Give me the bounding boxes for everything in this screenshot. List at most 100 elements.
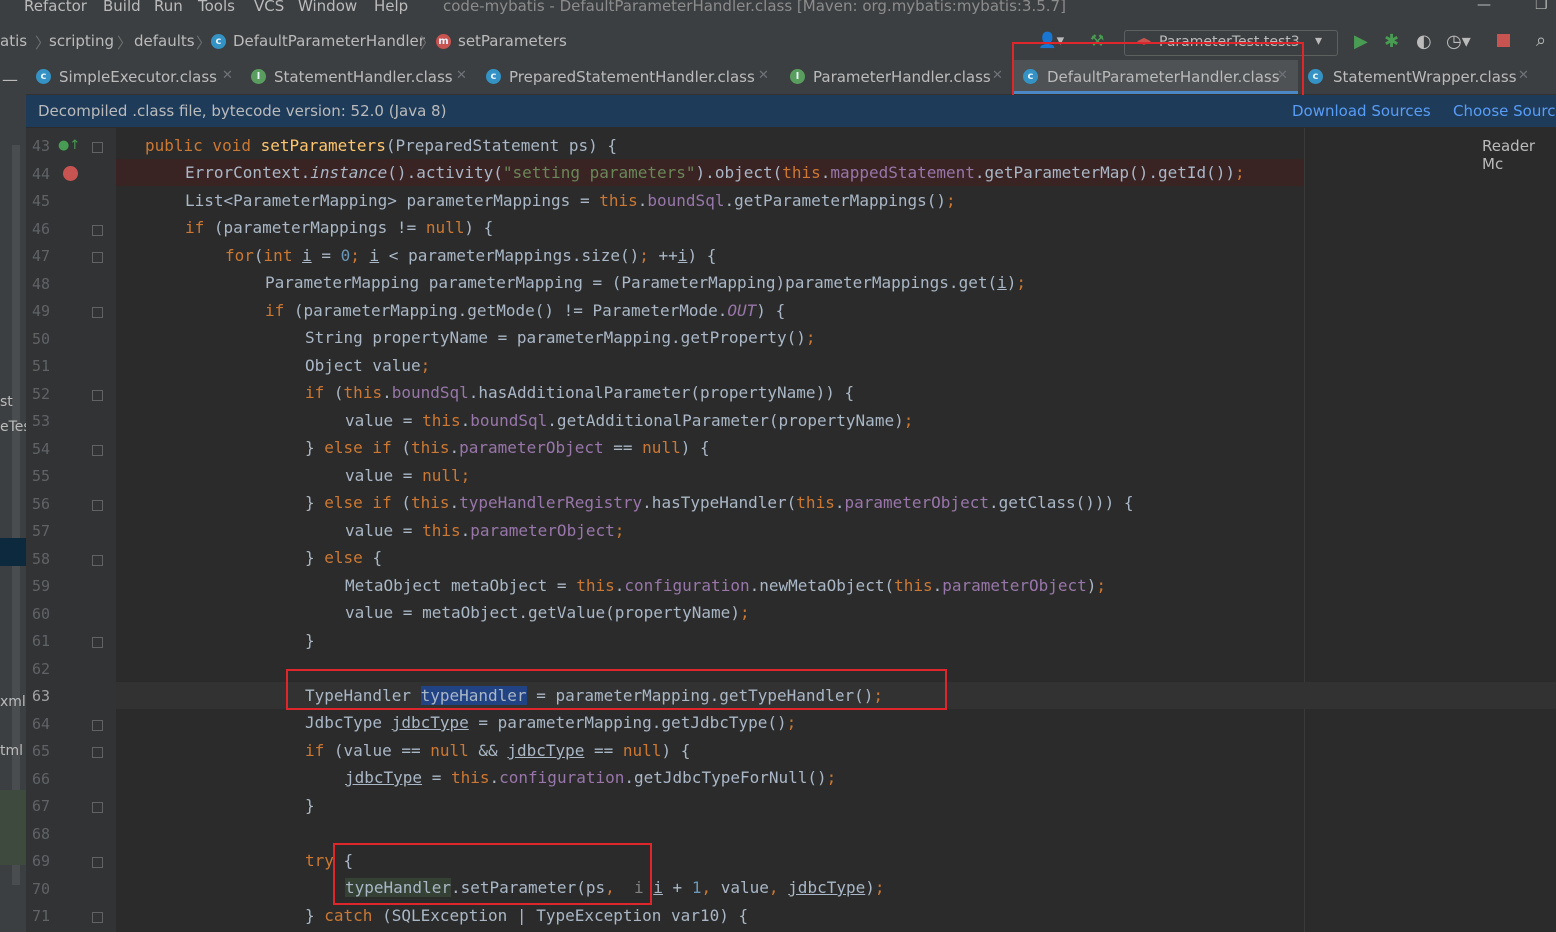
stop-icon[interactable]	[1497, 34, 1510, 47]
tab-statement-handler[interactable]: I StatementHandler.class ✕	[241, 60, 476, 94]
banner-message: Decompiled .class file, bytecode version…	[38, 102, 447, 120]
code-line-61: }	[305, 631, 315, 650]
line-number: 60	[32, 604, 51, 623]
project-item[interactable]: tml	[0, 743, 23, 759]
choose-sources-link[interactable]: Choose Sourc	[1453, 102, 1555, 120]
reader-mode-toggle[interactable]: Reader Mc	[1482, 137, 1556, 173]
run-icon[interactable]: ▶	[1354, 31, 1368, 52]
code-line-60: value = metaObject.getValue(propertyName…	[345, 603, 750, 622]
code-line-59: MetaObject metaObject = this.configurati…	[345, 576, 1107, 595]
line-number: 49	[32, 302, 51, 320]
fold-marker-icon[interactable]	[92, 252, 103, 263]
fold-marker-icon[interactable]	[92, 444, 103, 456]
code-line-67: }	[305, 796, 315, 815]
fold-marker-icon[interactable]	[92, 747, 103, 758]
line-number: 63	[32, 687, 51, 705]
line-number: 65	[32, 742, 51, 760]
tab-label: StatementWrapper.class	[1333, 68, 1517, 86]
line-number: 55	[32, 467, 51, 485]
code-line-52: if (this.boundSql.hasAdditionalParameter…	[305, 383, 855, 402]
download-sources-link[interactable]: Download Sources	[1292, 102, 1431, 120]
fold-marker-icon[interactable]	[92, 802, 103, 813]
tab-statement-wrapper[interactable]: c StatementWrapper.class ✕	[1298, 60, 1556, 94]
tab-prepared-statement-handler[interactable]: c PreparedStatementHandler.class ✕	[476, 60, 778, 94]
line-number: 66	[32, 769, 51, 788]
tab-parameter-handler[interactable]: I ParameterHandler.class ✕	[778, 60, 1013, 94]
fold-marker-icon[interactable]	[92, 224, 103, 236]
line-number: 53	[32, 412, 51, 430]
code-line-53: value = this.boundSql.getAdditionalParam…	[345, 411, 914, 430]
class-icon: c	[486, 69, 501, 84]
chevron-down-icon: ▾	[1315, 33, 1323, 49]
line-number: 54	[32, 439, 51, 458]
menu-refactor[interactable]: Refactor	[24, 0, 87, 15]
line-number: 57	[32, 522, 51, 540]
line-number: 62	[32, 659, 51, 678]
project-panel-edge: —	[0, 60, 26, 932]
fold-marker-icon[interactable]	[92, 637, 103, 648]
crumb-class[interactable]: DefaultParameterHandler	[233, 32, 425, 50]
minimize-icon[interactable]: —	[1477, 0, 1491, 13]
close-icon[interactable]: ✕	[992, 68, 1003, 83]
fold-marker-icon[interactable]	[92, 389, 103, 401]
close-icon[interactable]: ✕	[758, 68, 769, 83]
code-line-55: value = null;	[345, 466, 471, 485]
code-line-57: value = this.parameterObject;	[345, 521, 625, 540]
restore-icon[interactable]: ❐	[1535, 0, 1548, 13]
tab-simple-executor[interactable]: c SimpleExecutor.class ✕	[26, 60, 241, 94]
code-line-56: } else if (this.typeHandlerRegistry.hasT…	[305, 493, 1134, 512]
selected-row	[0, 538, 26, 566]
crumb-method[interactable]: setParameters	[458, 32, 567, 50]
menu-run[interactable]: Run	[154, 0, 183, 15]
menu-vcs[interactable]: VCS	[254, 0, 284, 15]
fold-marker-icon[interactable]	[92, 307, 103, 318]
menu-build[interactable]: Build	[103, 0, 141, 15]
coverage-icon[interactable]: ◐	[1416, 31, 1432, 52]
profile-icon[interactable]: ◷▾	[1446, 31, 1471, 52]
project-item[interactable]: st	[0, 394, 13, 410]
line-number: 59	[32, 577, 51, 595]
code-line-71: } catch (SQLException | TypeException va…	[305, 906, 749, 925]
implements-icon[interactable]: ●↑	[58, 138, 80, 153]
fold-marker-icon[interactable]	[92, 499, 103, 511]
close-icon[interactable]: ✕	[1518, 68, 1529, 83]
line-number: 45	[32, 192, 51, 210]
breakpoint-icon[interactable]	[63, 166, 78, 181]
line-number: 71	[32, 907, 51, 925]
tab-label: PreparedStatementHandler.class	[509, 68, 755, 86]
line-number: 51	[32, 357, 51, 375]
search-icon[interactable]: ⌕	[1536, 30, 1546, 51]
project-item[interactable]: xml	[0, 694, 26, 710]
code-line-43: public void setParameters(PreparedStatem…	[145, 136, 618, 155]
code-line-47: for(int i = 0; i < parameterMappings.siz…	[225, 246, 717, 265]
menu-bar: Refactor Build Run Tools VCS Window Help…	[0, 0, 1556, 26]
fold-marker-icon[interactable]	[92, 142, 103, 153]
code-line-44: ErrorContext.instance().activity("settin…	[185, 163, 1245, 182]
fold-marker-icon[interactable]	[92, 912, 103, 923]
chevron-right-icon: 〉	[117, 34, 133, 52]
crumb-scripting[interactable]: scripting	[49, 32, 114, 50]
interface-icon: I	[251, 69, 266, 84]
crumb-project[interactable]: atis	[0, 32, 27, 50]
fold-marker-icon[interactable]	[92, 554, 103, 566]
scrollbar[interactable]	[12, 145, 20, 885]
fold-marker-icon[interactable]	[92, 857, 103, 868]
line-number: 46	[32, 219, 51, 238]
code-line-54: } else if (this.parameterObject == null)…	[305, 438, 710, 457]
close-icon[interactable]: ✕	[456, 68, 467, 83]
editor-tabs: c SimpleExecutor.class ✕ I StatementHand…	[26, 60, 1556, 95]
menu-tools[interactable]: Tools	[198, 0, 235, 15]
close-icon[interactable]: ✕	[222, 68, 233, 83]
class-icon: c	[1308, 69, 1323, 84]
code-line-51: Object value;	[305, 356, 431, 375]
line-number: 61	[32, 632, 51, 650]
crumb-defaults[interactable]: defaults	[134, 32, 195, 50]
fold-marker-icon[interactable]	[92, 719, 103, 731]
code-line-46: if (parameterMappings != null) {	[185, 218, 494, 237]
menu-help[interactable]: Help	[374, 0, 408, 15]
debug-icon[interactable]: ✱	[1384, 31, 1399, 52]
collapse-icon[interactable]: —	[2, 70, 18, 89]
code-line-64: JdbcType jdbcType = parameterMapping.get…	[305, 713, 797, 732]
code-line-65: if (value == null && jdbcType == null) {	[305, 741, 691, 760]
menu-window[interactable]: Window	[298, 0, 357, 15]
